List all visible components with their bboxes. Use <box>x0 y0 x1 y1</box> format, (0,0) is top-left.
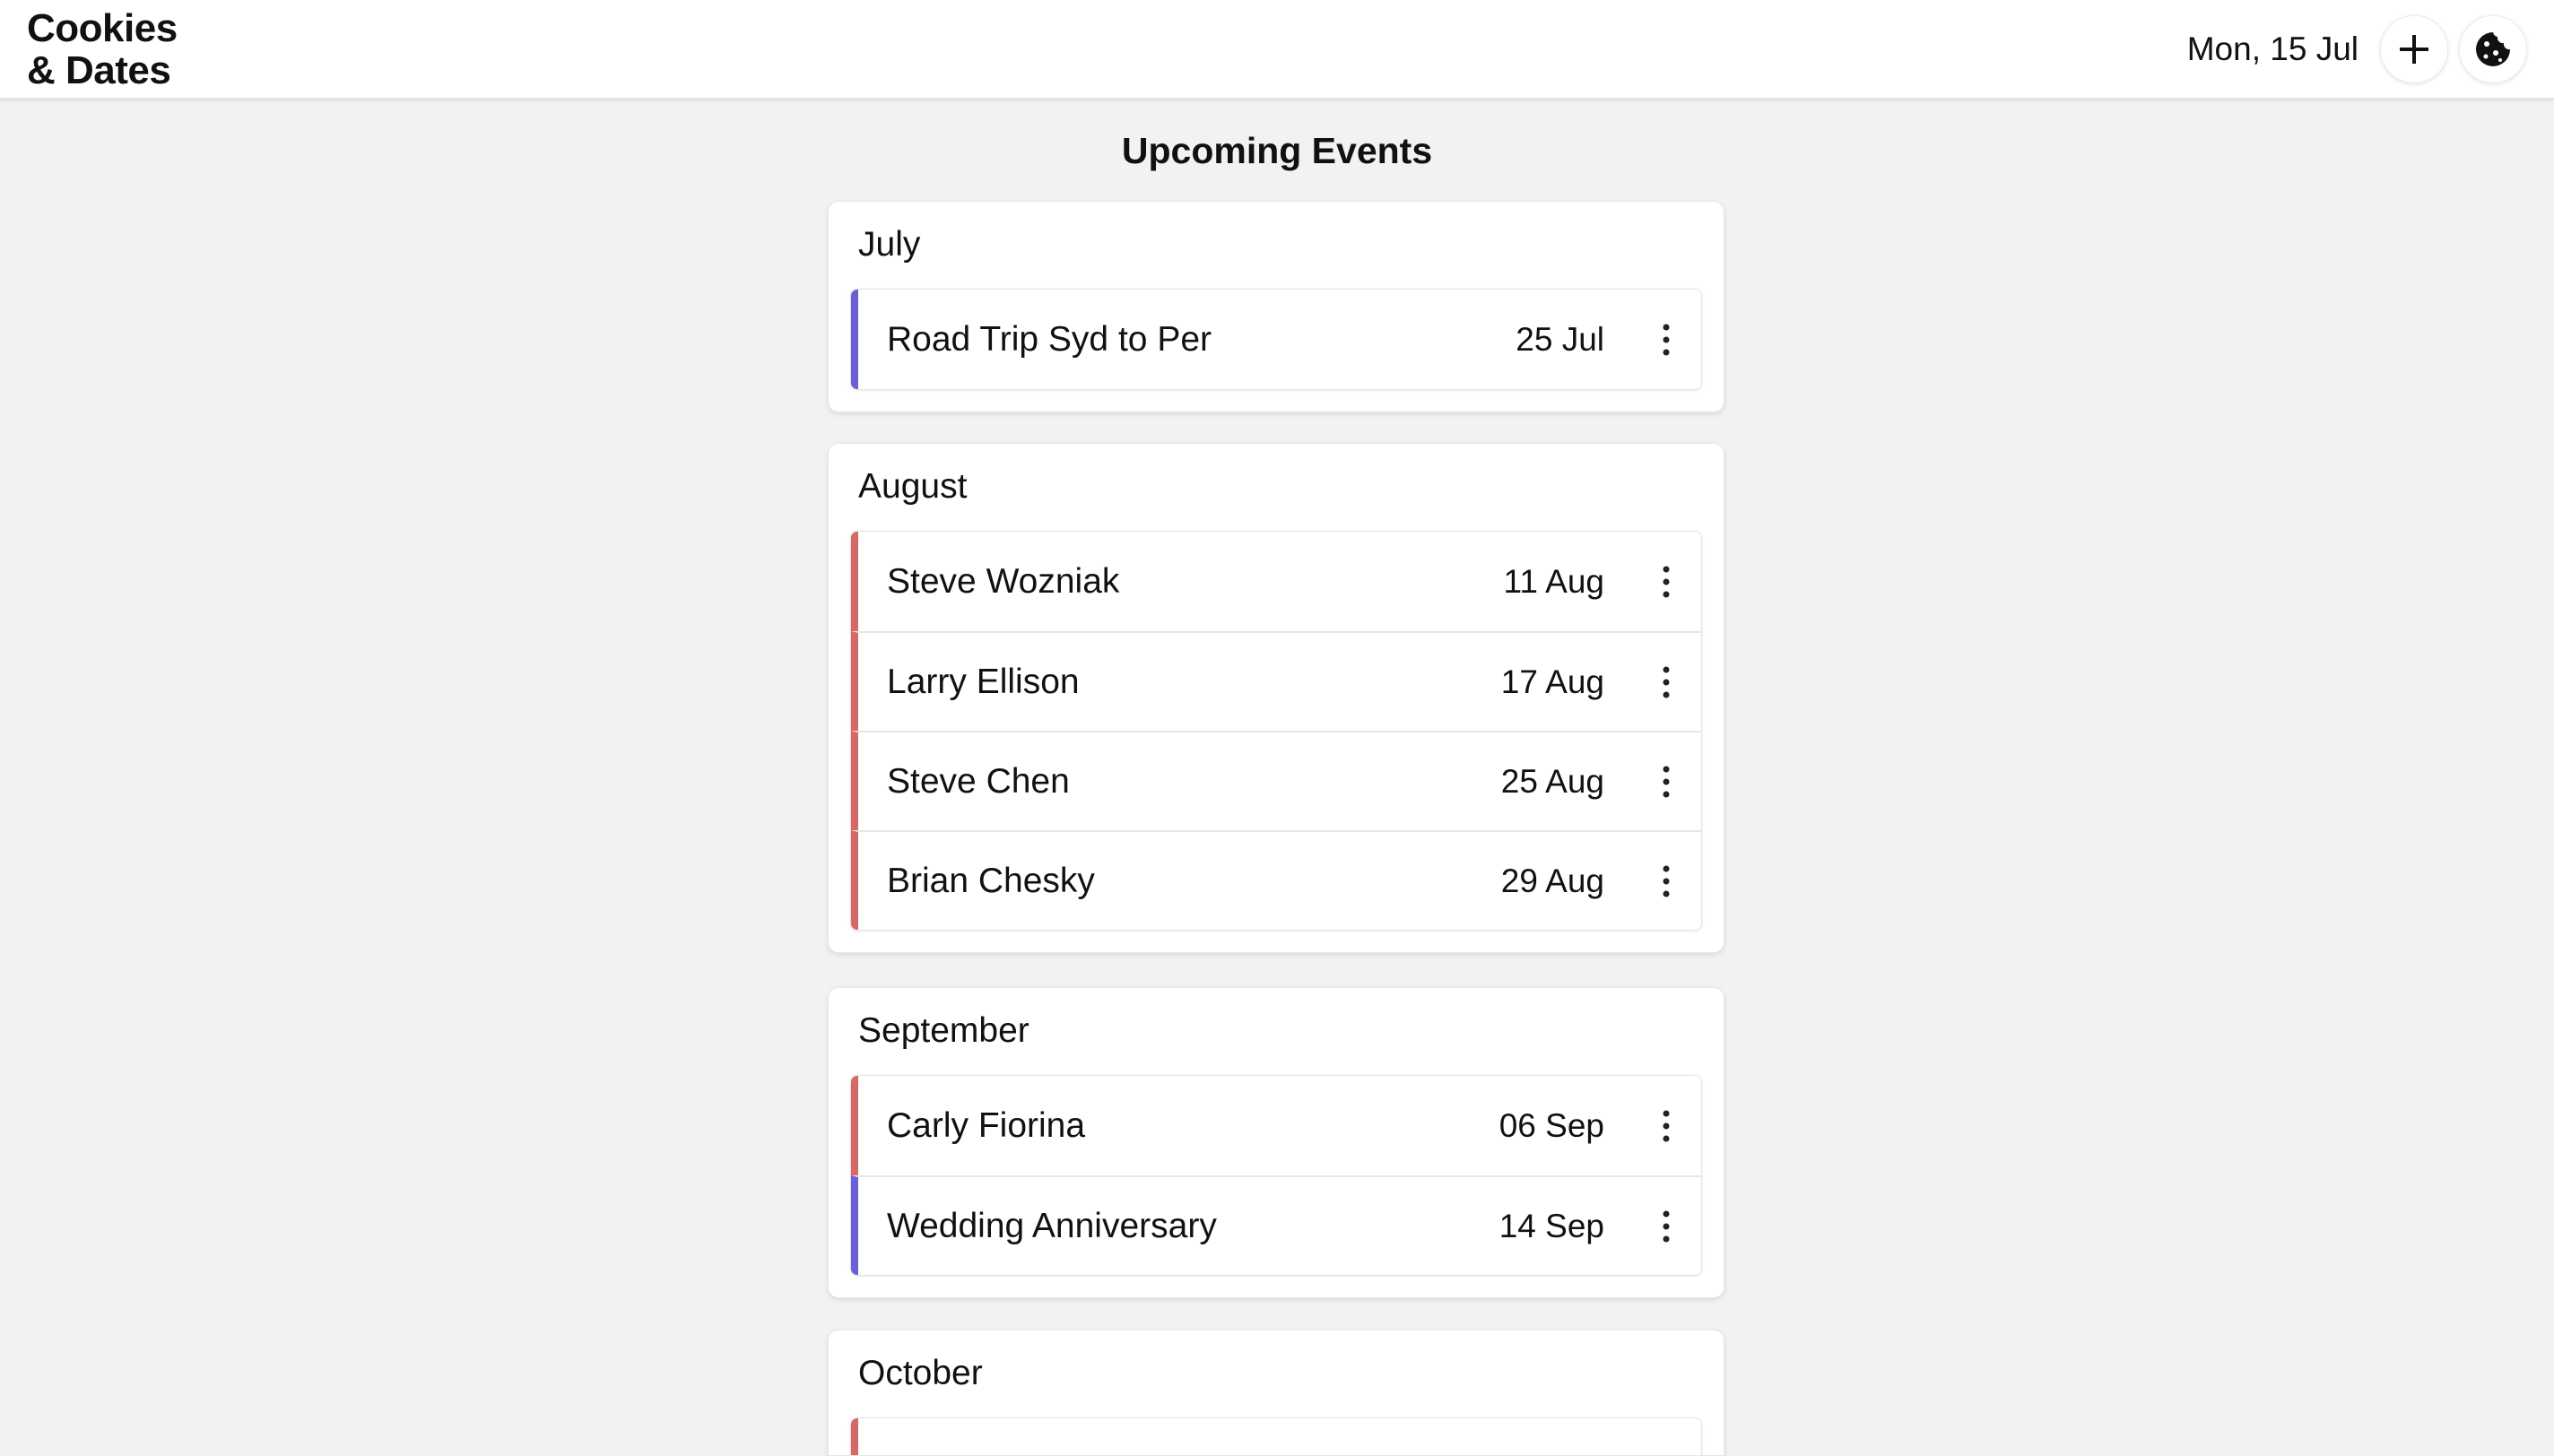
event-row[interactable] <box>851 1418 1701 1455</box>
event-name: Steve Wozniak <box>887 561 1120 601</box>
event-row[interactable]: Steve Chen 25 Aug <box>851 731 1701 830</box>
event-list: Road Trip Syd to Per 25 Jul <box>850 289 1702 390</box>
top-bar: Cookies & Dates Mon, 15 Jul <box>0 0 2554 99</box>
event-row[interactable]: Brian Chesky 29 Aug <box>851 830 1701 930</box>
month-heading: July <box>858 225 921 264</box>
event-row[interactable]: Wedding Anniversary 14 Sep <box>851 1175 1701 1275</box>
month-heading: September <box>858 1011 1029 1050</box>
event-name: Carly Fiorina <box>887 1105 1086 1145</box>
more-vertical-icon[interactable] <box>1640 532 1692 631</box>
event-name: Wedding Anniversary <box>887 1206 1217 1245</box>
event-row[interactable]: Road Trip Syd to Per 25 Jul <box>851 290 1701 389</box>
event-list: Carly Fiorina 06 Sep Wedding Anniversary… <box>850 1075 1702 1276</box>
event-date: 14 Sep <box>1499 1207 1604 1244</box>
event-date: 06 Sep <box>1499 1106 1604 1144</box>
event-row[interactable]: Carly Fiorina 06 Sep <box>851 1076 1701 1175</box>
event-name: Brian Chesky <box>887 861 1095 900</box>
event-name: Larry Ellison <box>887 662 1080 701</box>
current-date: Mon, 15 Jul <box>2186 30 2359 67</box>
page-title: Upcoming Events <box>1121 130 1433 171</box>
event-list <box>850 1417 1702 1455</box>
event-date: 29 Aug <box>1500 862 1604 899</box>
event-date: 25 Jul <box>1516 320 1604 358</box>
event-date: 25 Aug <box>1500 762 1604 800</box>
more-vertical-icon[interactable] <box>1640 1177 1692 1275</box>
app-logo-line2: & Dates <box>27 48 171 92</box>
cookie-icon <box>2476 32 2510 66</box>
event-date: 11 Aug <box>1503 562 1604 600</box>
more-vertical-icon[interactable] <box>1640 290 1692 389</box>
month-card-august: August Steve Wozniak 11 Aug Larry Elliso… <box>828 443 1724 953</box>
event-date: 17 Aug <box>1500 663 1604 700</box>
month-card-july: July Road Trip Syd to Per 25 Jul <box>828 201 1724 412</box>
month-heading: August <box>858 467 968 506</box>
more-vertical-icon[interactable] <box>1640 633 1692 731</box>
event-name: Steve Chen <box>887 761 1070 801</box>
more-vertical-icon[interactable] <box>1640 832 1692 930</box>
month-card-october: October <box>828 1330 1724 1456</box>
event-list: Steve Wozniak 11 Aug Larry Ellison 17 Au… <box>850 531 1702 931</box>
more-vertical-icon[interactable] <box>1640 732 1692 830</box>
add-event-button[interactable] <box>2380 15 2448 83</box>
app-logo-line1: Cookies <box>27 6 178 50</box>
more-vertical-icon[interactable] <box>1640 1076 1692 1175</box>
app-logo[interactable]: Cookies & Dates <box>27 7 178 91</box>
plus-icon <box>2400 35 2428 64</box>
month-heading: October <box>858 1354 983 1392</box>
event-name: Road Trip Syd to Per <box>887 319 1212 359</box>
month-card-september: September Carly Fiorina 06 Sep Wedding A… <box>828 987 1724 1298</box>
event-row[interactable]: Steve Wozniak 11 Aug <box>851 532 1701 631</box>
event-row[interactable]: Larry Ellison 17 Aug <box>851 631 1701 731</box>
cookie-button[interactable] <box>2459 15 2527 83</box>
